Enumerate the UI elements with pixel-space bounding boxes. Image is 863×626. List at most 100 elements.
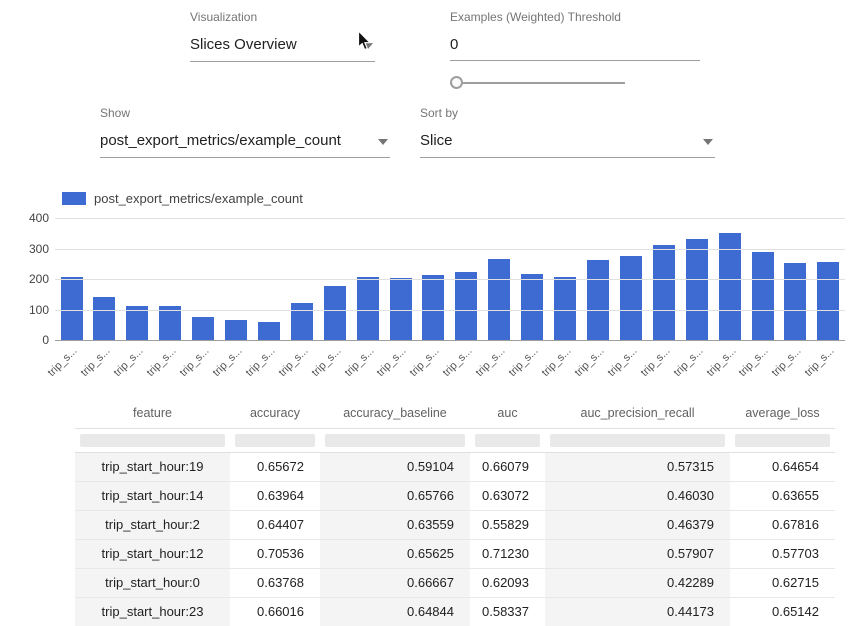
bar[interactable] [488, 259, 510, 340]
metric-cell: 0.71230 [470, 539, 545, 568]
filter-cell [545, 428, 730, 452]
filter-cell [470, 428, 545, 452]
x-axis-tick-label: trip_s... [474, 345, 508, 379]
bar[interactable] [587, 260, 609, 340]
metric-cell: 0.62715 [730, 568, 835, 597]
bar[interactable] [521, 274, 543, 340]
metric-cell: 0.57315 [545, 452, 730, 481]
column-filter-box[interactable] [550, 434, 725, 447]
metric-cell: 0.64407 [230, 510, 320, 539]
bar[interactable] [554, 277, 576, 340]
filter-cell [75, 428, 230, 452]
filter-cell [320, 428, 470, 452]
slider-knob[interactable] [450, 76, 463, 89]
sort-by-select[interactable]: Slice [420, 127, 715, 158]
threshold-input[interactable]: 0 [450, 31, 700, 61]
column-filter-box[interactable] [735, 434, 830, 447]
table-row[interactable]: trip_start_hour:00.637680.666670.620930.… [75, 568, 835, 597]
table-row[interactable]: trip_start_hour:120.705360.656250.712300… [75, 539, 835, 568]
bar[interactable] [225, 320, 247, 340]
metric-cell: 0.46379 [545, 510, 730, 539]
bar[interactable] [159, 306, 181, 340]
filter-cell [730, 428, 835, 452]
x-axis-tick-label: trip_s... [342, 345, 376, 379]
visualization-select[interactable]: Slices Overview [190, 31, 375, 62]
x-axis-tick-label: trip_s... [276, 345, 310, 379]
metric-cell: 0.44173 [545, 597, 730, 626]
bar[interactable] [455, 272, 477, 340]
bar[interactable] [817, 262, 839, 340]
bar[interactable] [686, 239, 708, 340]
threshold-slider[interactable] [450, 76, 625, 90]
x-axis-tick-label: trip_s... [770, 345, 804, 379]
bar[interactable] [93, 297, 115, 340]
metric-cell: 0.66079 [470, 452, 545, 481]
slider-track[interactable] [450, 82, 625, 84]
metric-cell: 0.62093 [470, 568, 545, 597]
x-axis-tick-label: trip_s... [605, 345, 639, 379]
metric-cell: 0.65672 [230, 452, 320, 481]
x-axis-tick-label: trip_s... [572, 345, 606, 379]
x-axis-tick-label: trip_s... [441, 345, 475, 379]
metric-cell: 0.63072 [470, 481, 545, 510]
bar[interactable] [653, 245, 675, 340]
column-header-auc[interactable]: auc [470, 398, 545, 428]
column-header-feature[interactable]: feature [75, 398, 230, 428]
mouse-cursor-icon [357, 30, 373, 52]
column-header-auc_precision_recall[interactable]: auc_precision_recall [545, 398, 730, 428]
bar[interactable] [784, 263, 806, 340]
feature-cell: trip_start_hour:2 [75, 510, 230, 539]
sort-by-control: Sort by Slice [420, 106, 715, 158]
column-header-accuracy_baseline[interactable]: accuracy_baseline [320, 398, 470, 428]
chevron-down-icon [378, 139, 388, 145]
column-filter-box[interactable] [80, 434, 225, 447]
feature-cell: trip_start_hour:23 [75, 597, 230, 626]
show-label: Show [100, 106, 390, 120]
chevron-down-icon [703, 139, 713, 145]
table-header-row: featureaccuracyaccuracy_baselineaucauc_p… [75, 398, 835, 428]
y-axis-tick-label: 300 [13, 242, 49, 256]
x-axis-tick-label: trip_s... [540, 345, 574, 379]
metric-cell: 0.65142 [730, 597, 835, 626]
bar[interactable] [324, 286, 346, 340]
column-header-average_loss[interactable]: average_loss [730, 398, 835, 428]
bar[interactable] [620, 256, 642, 340]
table-row[interactable]: trip_start_hour:230.660160.648440.583370… [75, 597, 835, 626]
y-axis-tick-label: 200 [13, 272, 49, 286]
table-filter-row [75, 428, 835, 452]
x-axis-tick-label: trip_s... [671, 345, 705, 379]
column-filter-box[interactable] [325, 434, 465, 447]
metric-cell: 0.66016 [230, 597, 320, 626]
metric-cell: 0.66667 [320, 568, 470, 597]
y-axis-tick-label: 100 [13, 303, 49, 317]
show-control: Show post_export_metrics/example_count [100, 106, 390, 158]
feature-cell: trip_start_hour:14 [75, 481, 230, 510]
gridline [55, 340, 845, 341]
x-axis-tick-label: trip_s... [178, 345, 212, 379]
bar[interactable] [192, 317, 214, 340]
metric-cell: 0.57703 [730, 539, 835, 568]
table-row[interactable]: trip_start_hour:190.656720.591040.660790… [75, 452, 835, 481]
visualization-value: Slices Overview [190, 36, 297, 53]
bar[interactable] [258, 322, 280, 340]
x-axis-tick-label: trip_s... [243, 345, 277, 379]
show-value: post_export_metrics/example_count [100, 132, 341, 149]
table-row[interactable]: trip_start_hour:140.639640.657660.630720… [75, 481, 835, 510]
gridline [55, 218, 845, 219]
show-select[interactable]: post_export_metrics/example_count [100, 127, 390, 158]
table-row[interactable]: trip_start_hour:20.644070.635590.558290.… [75, 510, 835, 539]
bar[interactable] [126, 306, 148, 340]
bar[interactable] [752, 252, 774, 340]
bar[interactable] [422, 275, 444, 340]
x-axis-tick-label: trip_s... [145, 345, 179, 379]
column-filter-box[interactable] [235, 434, 315, 447]
metric-cell: 0.63964 [230, 481, 320, 510]
metric-cell: 0.64844 [320, 597, 470, 626]
metric-cell: 0.64654 [730, 452, 835, 481]
metrics-table: featureaccuracyaccuracy_baselineaucauc_p… [75, 398, 835, 626]
visualization-control: Visualization Slices Overview [190, 10, 375, 62]
filter-cell [230, 428, 320, 452]
metric-cell: 0.65766 [320, 481, 470, 510]
column-filter-box[interactable] [475, 434, 540, 447]
column-header-accuracy[interactable]: accuracy [230, 398, 320, 428]
